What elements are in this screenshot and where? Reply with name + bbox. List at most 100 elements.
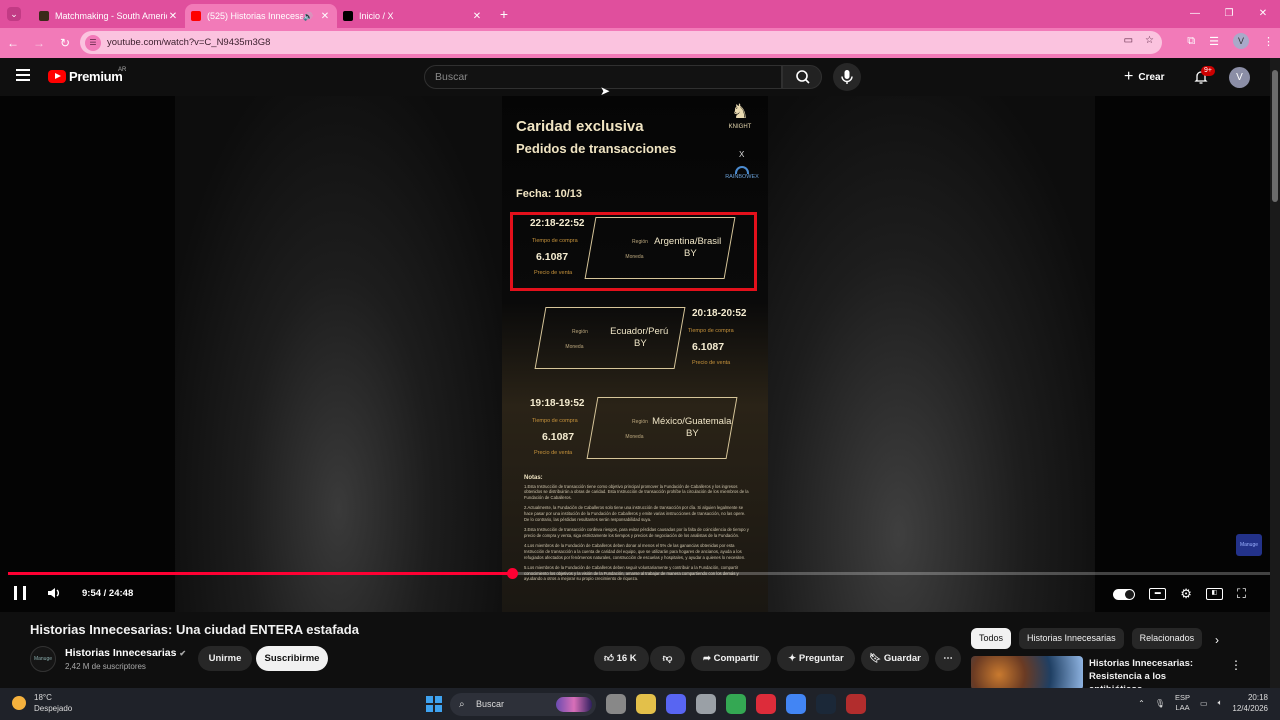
volume-icon[interactable] <box>46 586 62 600</box>
youtube-favicon <box>191 11 201 21</box>
tab-youtube[interactable]: (525) Historias Innecesarias 🔊 ✕ <box>185 4 337 28</box>
taskbar-app-icon[interactable] <box>756 694 776 714</box>
chevron-up-icon[interactable]: ⌃ <box>1138 699 1145 708</box>
video-player[interactable]: Caridad exclusiva Pedidos de transaccion… <box>0 96 1270 612</box>
close-tab-icon[interactable]: ✕ <box>471 11 483 22</box>
address-bar[interactable]: ☰ youtube.com/watch?v=C_N9435m3G8 ▭ ☆ <box>80 31 1162 54</box>
scrubber-handle[interactable] <box>507 568 518 579</box>
recommended-thumbnail[interactable] <box>971 656 1083 690</box>
browser-menu-icon[interactable]: ⋮ <box>1263 35 1274 48</box>
slot-card: Región Moneda México/Guatemala BY <box>586 397 738 459</box>
tab-search-dropdown[interactable]: ⌄ <box>7 7 21 21</box>
slot-currency: BY <box>686 428 699 439</box>
chevron-right-icon[interactable]: › <box>1215 633 1219 647</box>
voice-search-button[interactable] <box>833 63 861 91</box>
cast-icon[interactable]: ▭ <box>1124 35 1133 46</box>
bookmark-star-icon[interactable]: ☆ <box>1145 35 1154 46</box>
like-button[interactable]: 👍︎ 16 K <box>594 646 649 671</box>
taskbar-app-icon[interactable] <box>666 694 686 714</box>
network-icon[interactable]: ▭ <box>1200 699 1208 708</box>
minimize-icon[interactable]: — <box>1178 0 1212 28</box>
profile-avatar[interactable]: V <box>1233 33 1249 49</box>
settings-gear-icon[interactable]: ⚙ <box>1180 586 1192 602</box>
taskbar-app-icon[interactable] <box>606 694 626 714</box>
frame-subtitle: Pedidos de transacciones <box>516 141 677 156</box>
transaction-slot: 19:18-19:52 Tiempo de compra 6.1087 Prec… <box>502 394 768 474</box>
player-controls: 9:54 / 24:48 ▬ ⚙ ◧ ⛶ <box>0 580 1270 610</box>
ask-label: Preguntar <box>798 653 844 664</box>
close-tab-icon[interactable]: ✕ <box>319 11 331 22</box>
ask-button[interactable]: ✦ Preguntar <box>777 646 855 671</box>
pause-icon[interactable] <box>14 586 26 600</box>
close-tab-icon[interactable]: ✕ <box>167 11 179 22</box>
tab-favicon <box>39 11 49 21</box>
join-button[interactable]: Unirme <box>198 646 252 671</box>
youtube-logo-icon[interactable] <box>48 70 66 83</box>
windows-start-icon[interactable] <box>426 696 442 712</box>
verified-icon: ✔ <box>179 649 187 658</box>
notification-badge: 9+ <box>1201 66 1215 76</box>
mic-icon[interactable]: 🎙︎ <box>1155 699 1165 708</box>
subscribe-button[interactable]: Suscribirme <box>256 646 328 671</box>
new-tab-button[interactable]: + <box>493 6 515 22</box>
slot-rate: 6.1087 <box>542 431 575 443</box>
account-avatar[interactable]: V <box>1229 67 1250 88</box>
extensions-icon[interactable]: ⧉ <box>1187 35 1195 48</box>
weather-text: 18°C Despejado <box>34 692 72 714</box>
subscriber-count: 2,42 M de suscriptores <box>65 662 146 671</box>
tab-x[interactable]: Inicio / X ✕ <box>337 4 489 28</box>
back-icon[interactable]: ← <box>0 36 26 50</box>
chip-related[interactable]: Relacionados <box>1131 628 1203 649</box>
slot-sell-label: Precio de venta <box>534 450 573 456</box>
channel-watermark[interactable]: Manuge <box>1236 534 1262 556</box>
taskbar-app-icon[interactable] <box>846 694 866 714</box>
channel-name[interactable]: Historias Innecesarias ✔ <box>65 647 186 659</box>
autoplay-toggle[interactable] <box>1113 588 1136 600</box>
related-chips: Todos Historias Innecesarias Relacionado… <box>971 628 1203 649</box>
chip-all[interactable]: Todos <box>971 628 1012 649</box>
reload-icon[interactable]: ↻ <box>52 36 78 50</box>
save-button[interactable]: 🔖︎ Guardar <box>861 646 929 671</box>
temperature: 18°C <box>34 693 52 702</box>
taskbar-app-icon[interactable] <box>816 694 836 714</box>
slot-card: Región Moneda Ecuador/Perú BY <box>534 307 686 369</box>
taskbar-search[interactable]: ⌕ Buscar <box>450 693 596 716</box>
search-button[interactable] <box>782 65 822 89</box>
weather-widget[interactable]: 18°C Despejado <box>12 692 72 714</box>
clock[interactable]: 20:18 12/4/2026 <box>1232 692 1268 714</box>
more-actions-button[interactable]: ⋯ <box>935 646 961 671</box>
miniplayer-icon[interactable]: ◧ <box>1205 588 1223 600</box>
taskbar-app-icon[interactable] <box>786 694 806 714</box>
site-info-icon[interactable]: ☰ <box>85 34 101 51</box>
menu-icon[interactable] <box>16 69 30 81</box>
forward-icon[interactable]: → <box>26 36 52 50</box>
currency-label: Moneda <box>565 344 584 350</box>
url-text[interactable]: youtube.com/watch?v=C_N9435m3G8 <box>107 37 270 48</box>
channel-avatar[interactable]: Manuge <box>30 646 56 672</box>
language-indicator[interactable]: ESP LAA <box>1175 693 1190 713</box>
close-window-icon[interactable]: ✕ <box>1246 0 1280 28</box>
taskbar-app-icon[interactable] <box>696 694 716 714</box>
speaker-icon[interactable]: 🔈︎ <box>1218 698 1223 708</box>
speaker-icon[interactable]: 🔊 <box>303 12 313 21</box>
taskbar-app-icon[interactable] <box>726 694 746 714</box>
chip-channel[interactable]: Historias Innecesarias <box>1019 628 1124 649</box>
slot-time: 20:18-20:52 <box>692 308 747 319</box>
page-scrollbar[interactable] <box>1270 58 1280 688</box>
window-controls: — ❐ ✕ <box>1178 0 1280 28</box>
more-vert-icon[interactable]: ⋮ <box>1230 658 1242 672</box>
fullscreen-icon[interactable]: ⛶ <box>1237 586 1246 602</box>
taskbar-app-icon[interactable] <box>636 694 656 714</box>
thumbs-up-icon: 👍︎ <box>604 653 614 664</box>
share-button[interactable]: ➦ Compartir <box>691 646 771 671</box>
brand-premium[interactable]: Premium <box>69 69 123 84</box>
scrollbar-thumb[interactable] <box>1272 70 1278 202</box>
reading-list-icon[interactable]: ☰ <box>1209 35 1219 48</box>
create-button[interactable]: + Crear <box>1124 67 1164 87</box>
restore-icon[interactable]: ❐ <box>1212 0 1246 28</box>
windows-taskbar: 18°C Despejado ⌕ Buscar ⌃ 🎙︎ ESP LAA ▭ 🔈… <box>0 688 1280 720</box>
dislike-button[interactable]: 👎︎ <box>650 646 685 671</box>
subtitles-icon[interactable]: ▬ <box>1149 588 1167 600</box>
tab-matchmaking[interactable]: Matchmaking - South America ✕ <box>33 4 185 28</box>
progress-bar[interactable] <box>8 568 1270 579</box>
